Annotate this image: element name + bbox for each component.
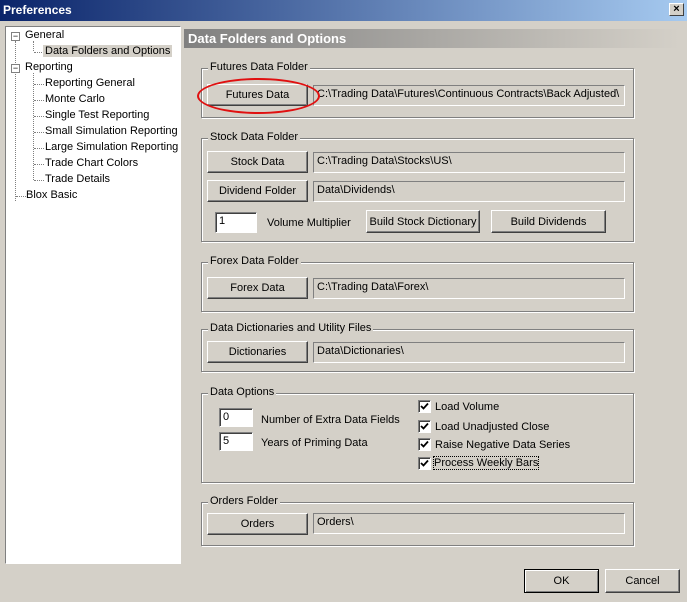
tree-item-data-folders[interactable]: Data Folders and Options (43, 44, 173, 59)
tree-item-general[interactable]: General (25, 28, 64, 43)
tree-item-small-simulation[interactable]: Small Simulation Reporting (45, 124, 178, 139)
priming-years-input[interactable]: 5 (219, 432, 253, 451)
check-icon (420, 402, 429, 410)
orders-button[interactable]: Orders (207, 513, 308, 535)
dictionaries-path-field[interactable]: Data\Dictionaries\ (313, 342, 625, 363)
futures-data-button[interactable]: Futures Data (207, 84, 308, 106)
load-unadjusted-checkbox[interactable] (418, 420, 431, 433)
ok-button[interactable]: OK (524, 569, 599, 593)
extra-fields-label: Number of Extra Data Fields (261, 414, 400, 426)
load-unadjusted-label[interactable]: Load Unadjusted Close (435, 421, 549, 433)
priming-years-label: Years of Priming Data (261, 437, 368, 449)
preferences-tree[interactable]: − General Data Folders and Options − Rep… (5, 26, 181, 564)
group-title: Data Options (208, 386, 277, 398)
tree-item-single-test[interactable]: Single Test Reporting (45, 108, 149, 123)
stock-data-button[interactable]: Stock Data (207, 151, 308, 173)
build-dividends-button[interactable]: Build Dividends (491, 210, 606, 233)
tree-connector (34, 148, 44, 149)
group-title: Orders Folder (208, 495, 280, 507)
tree-connector (34, 164, 44, 165)
volume-multiplier-label: Volume Multiplier (267, 217, 351, 229)
raise-negative-label[interactable]: Raise Negative Data Series (435, 439, 570, 451)
load-volume-label[interactable]: Load Volume (435, 401, 499, 413)
panel-title: Data Folders and Options (184, 29, 680, 48)
window-title: Preferences (3, 3, 72, 17)
extra-fields-input[interactable]: 0 (219, 408, 253, 427)
tree-item-reporting-general[interactable]: Reporting General (45, 76, 135, 91)
check-icon (420, 440, 429, 448)
group-title: Forex Data Folder (208, 255, 301, 267)
close-icon[interactable]: × (669, 3, 684, 16)
tree-connector (34, 100, 44, 101)
tree-item-trade-chart-colors[interactable]: Trade Chart Colors (45, 156, 138, 171)
tree-item-large-simulation[interactable]: Large Simulation Reporting (45, 140, 178, 155)
tree-item-monte-carlo[interactable]: Monte Carlo (45, 92, 105, 107)
forex-data-button[interactable]: Forex Data (207, 277, 308, 299)
volume-multiplier-input[interactable]: 1 (215, 212, 257, 233)
tree-item-blox-basic[interactable]: Blox Basic (26, 188, 77, 203)
orders-path-field[interactable]: Orders\ (313, 513, 625, 534)
tree-connector (34, 132, 44, 133)
tree-connector (16, 196, 26, 197)
check-icon (420, 422, 429, 430)
build-stock-dictionary-button[interactable]: Build Stock Dictionary (366, 210, 480, 233)
process-weekly-checkbox[interactable] (418, 457, 431, 470)
group-title: Stock Data Folder (208, 131, 301, 143)
tree-connector (34, 84, 44, 85)
tree-connector (34, 180, 44, 181)
check-icon (420, 459, 429, 467)
window-titlebar: Preferences (0, 0, 687, 21)
stock-path-field[interactable]: C:\Trading Data\Stocks\US\ (313, 152, 625, 173)
tree-item-reporting[interactable]: Reporting (25, 60, 73, 75)
raise-negative-checkbox[interactable] (418, 438, 431, 451)
tree-item-trade-details[interactable]: Trade Details (45, 172, 110, 187)
tree-connector (34, 116, 44, 117)
dividend-folder-button[interactable]: Dividend Folder (207, 180, 308, 202)
process-weekly-label[interactable]: Process Weekly Bars (432, 456, 540, 470)
futures-path-field[interactable]: C:\Trading Data\Futures\Continuous Contr… (313, 85, 625, 106)
collapse-icon[interactable]: − (11, 64, 20, 73)
load-volume-checkbox[interactable] (418, 400, 431, 413)
group-title: Futures Data Folder (208, 61, 310, 73)
dictionaries-button[interactable]: Dictionaries (207, 341, 308, 363)
group-title: Data Dictionaries and Utility Files (208, 322, 374, 334)
dividend-path-field[interactable]: Data\Dividends\ (313, 181, 625, 202)
cancel-button[interactable]: Cancel (605, 569, 680, 593)
forex-path-field[interactable]: C:\Trading Data\Forex\ (313, 278, 625, 299)
collapse-icon[interactable]: − (11, 32, 20, 41)
